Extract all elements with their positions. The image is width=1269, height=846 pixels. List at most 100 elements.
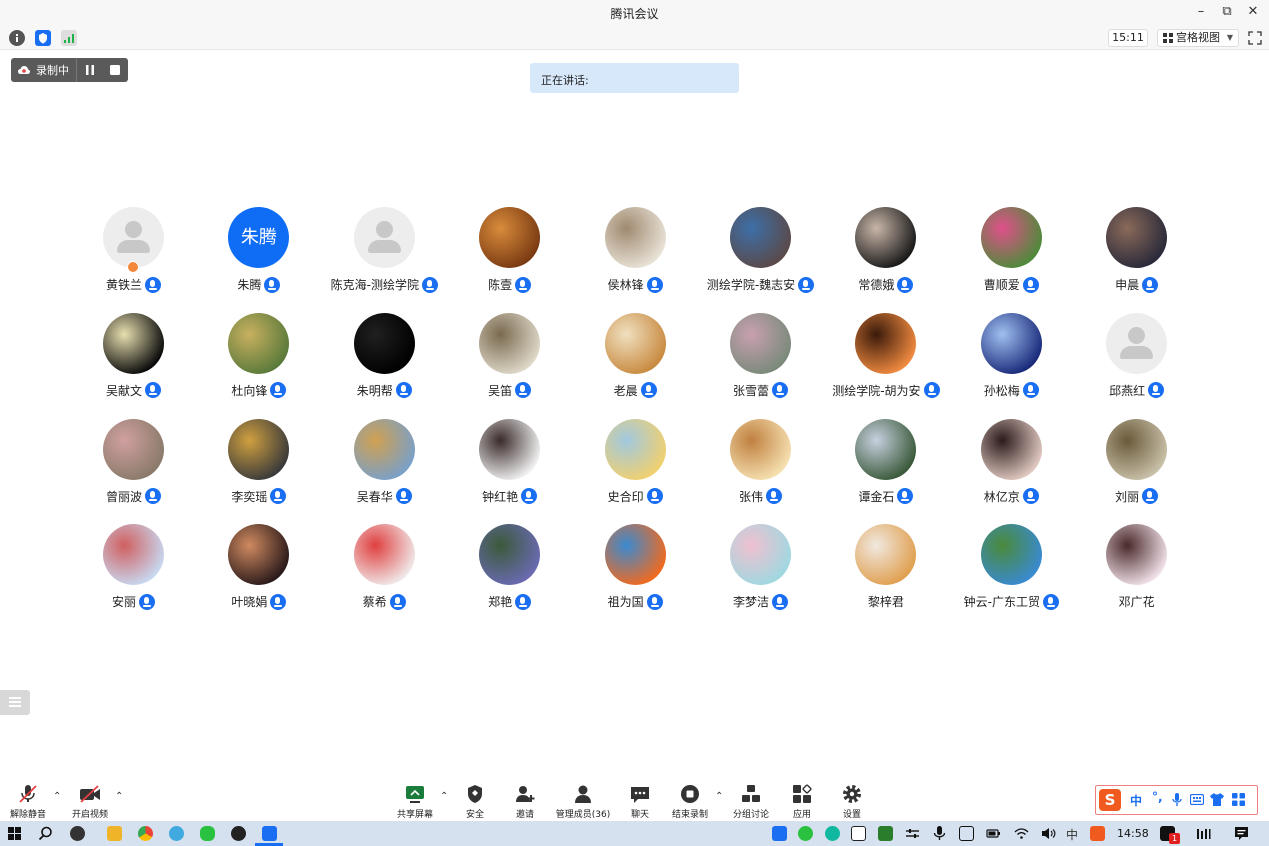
participant-name: 测绘学院-胡为安 — [832, 383, 921, 398]
participant-name-row: 黄铁兰 — [71, 276, 196, 293]
mic-icon — [1142, 488, 1159, 505]
stop-recording-button[interactable] — [102, 58, 127, 82]
apps-button[interactable]: 应用 — [787, 784, 817, 820]
participant-name: 刘丽 — [1115, 489, 1140, 504]
avatar — [103, 418, 164, 480]
participant-name: 郑艳 — [488, 595, 513, 610]
minimize-icon[interactable]: – — [1191, 3, 1211, 21]
qq-icon[interactable] — [231, 826, 246, 841]
participant-name-row: 测绘学院-胡为安 — [823, 382, 948, 399]
grid-view-button[interactable]: 宫格视图 ▼ — [1157, 29, 1239, 47]
share-options-chevron-icon[interactable]: ⌃ — [440, 791, 448, 802]
settings-button[interactable]: 设置 — [837, 784, 867, 820]
participant-name-row: 杜向锋 — [196, 382, 321, 399]
avatar — [353, 207, 415, 268]
volume-icon[interactable] — [1041, 826, 1056, 841]
manage-members-button[interactable]: 管理成员(36) — [553, 784, 613, 820]
participant-name-row: 朱明帮 — [322, 382, 447, 399]
toolbox-icon[interactable] — [1232, 793, 1245, 806]
mic-icon — [145, 382, 161, 399]
sogou-logo-icon[interactable]: S — [1099, 789, 1121, 811]
participant-name-row: 吴献文 — [71, 382, 196, 399]
tray-meeting-icon[interactable] — [772, 826, 787, 841]
mic-icon — [515, 276, 532, 293]
fullscreen-icon[interactable] — [1248, 30, 1262, 45]
file-explorer-icon[interactable] — [107, 826, 122, 841]
restore-icon[interactable]: ⧉ — [1217, 3, 1237, 21]
meeting-toolbar: 解除静音 ⌃ 开启视频 ⌃ 共享屏幕 ⌃ 安全 邀请 管理成员(36) 聊天 结… — [0, 780, 1269, 821]
participant-name-row: 申晨 — [1074, 276, 1199, 293]
tray-display-icon[interactable] — [959, 826, 974, 841]
participant-name: 朱明帮 — [356, 383, 393, 398]
unmute-button[interactable]: 解除静音 — [8, 784, 48, 820]
participant-name-row: 常德娥 — [823, 276, 948, 293]
tray-mic-icon[interactable] — [932, 826, 947, 841]
signal-icon[interactable] — [61, 30, 77, 46]
chrome-icon[interactable] — [138, 826, 153, 841]
chat-button[interactable]: 聊天 — [625, 784, 655, 820]
grid-icon — [1163, 33, 1173, 43]
end-recording-button[interactable]: 结束录制 — [670, 784, 710, 820]
security-button[interactable]: 安全 — [460, 784, 490, 820]
pause-recording-button[interactable] — [77, 58, 102, 82]
mic-icon — [897, 276, 914, 293]
info-icon[interactable] — [9, 30, 25, 46]
mic-icon — [1022, 276, 1039, 293]
start-video-button[interactable]: 开启视频 — [70, 784, 110, 820]
taskbar-clock[interactable]: 14:58 — [1117, 827, 1149, 840]
avatar — [353, 524, 415, 586]
ime-lang-toggle[interactable]: 中 — [1130, 792, 1142, 809]
share-screen-button[interactable]: 共享屏幕 — [395, 784, 435, 820]
tray-settings-icon[interactable] — [905, 826, 920, 841]
share-screen-icon — [404, 784, 426, 804]
member-list-toggle[interactable] — [0, 690, 30, 715]
battery-icon[interactable] — [986, 826, 1001, 841]
tray-sogou-icon[interactable] — [1090, 826, 1105, 841]
close-icon[interactable]: ✕ — [1243, 3, 1263, 21]
participant-name: 曹顺爱 — [983, 278, 1020, 292]
wechat-icon[interactable] — [200, 826, 215, 841]
tray-audio-meter-icon[interactable] — [1196, 826, 1211, 841]
avatar — [604, 524, 666, 586]
avatar — [730, 418, 791, 480]
avatar — [103, 524, 164, 586]
keyboard-icon[interactable] — [1190, 794, 1204, 805]
avatar — [103, 312, 164, 374]
participant-name-row: 吴笛 — [447, 382, 572, 399]
audio-options-chevron-icon[interactable]: ⌃ — [53, 791, 61, 802]
tray-play-icon[interactable] — [825, 826, 840, 841]
participant-name: 张雪蕾 — [732, 383, 769, 398]
participant-name-row: 邱燕红 — [1074, 382, 1199, 399]
avatar — [479, 207, 541, 268]
participant-name: 杜向锋 — [231, 383, 268, 398]
avatar — [228, 312, 290, 374]
search-icon[interactable] — [38, 826, 53, 841]
tencent-meeting-icon[interactable] — [262, 826, 277, 841]
mic-icon — [772, 593, 788, 610]
video-options-chevron-icon[interactable]: ⌃ — [115, 791, 123, 802]
avatar — [1106, 207, 1168, 268]
tray-sync-icon[interactable] — [798, 826, 813, 841]
skin-icon[interactable] — [1210, 793, 1224, 806]
tray-nvidia-icon[interactable] — [878, 826, 893, 841]
windows-start-icon[interactable] — [8, 827, 21, 840]
record-options-chevron-icon[interactable]: ⌃ — [715, 791, 723, 802]
info-bar: 15:11 宫格视图 ▼ — [0, 26, 1269, 50]
punctuation-icon[interactable]: °, — [1152, 790, 1163, 804]
breakout-button[interactable]: 分组讨论 — [731, 784, 771, 820]
participant-name-row: 朱腾 — [196, 276, 321, 293]
browser-icon[interactable] — [169, 826, 184, 841]
mic-icon — [270, 593, 287, 610]
voice-input-icon[interactable] — [1172, 793, 1182, 807]
tray-security-icon[interactable] — [851, 826, 866, 841]
os-taskbar: 中 14:58 1 — [0, 821, 1269, 846]
shield-icon[interactable] — [35, 30, 51, 46]
wifi-icon[interactable] — [1014, 826, 1029, 841]
app-icon[interactable] — [70, 826, 85, 841]
speaking-indicator: 正在讲话: — [530, 63, 739, 93]
invite-button[interactable]: 邀请 — [510, 784, 540, 820]
participant-name-row: 安丽 — [71, 593, 196, 610]
tray-ime-lang[interactable]: 中 — [1066, 826, 1078, 843]
mic-icon — [395, 488, 412, 505]
action-center-icon[interactable] — [1234, 826, 1249, 841]
